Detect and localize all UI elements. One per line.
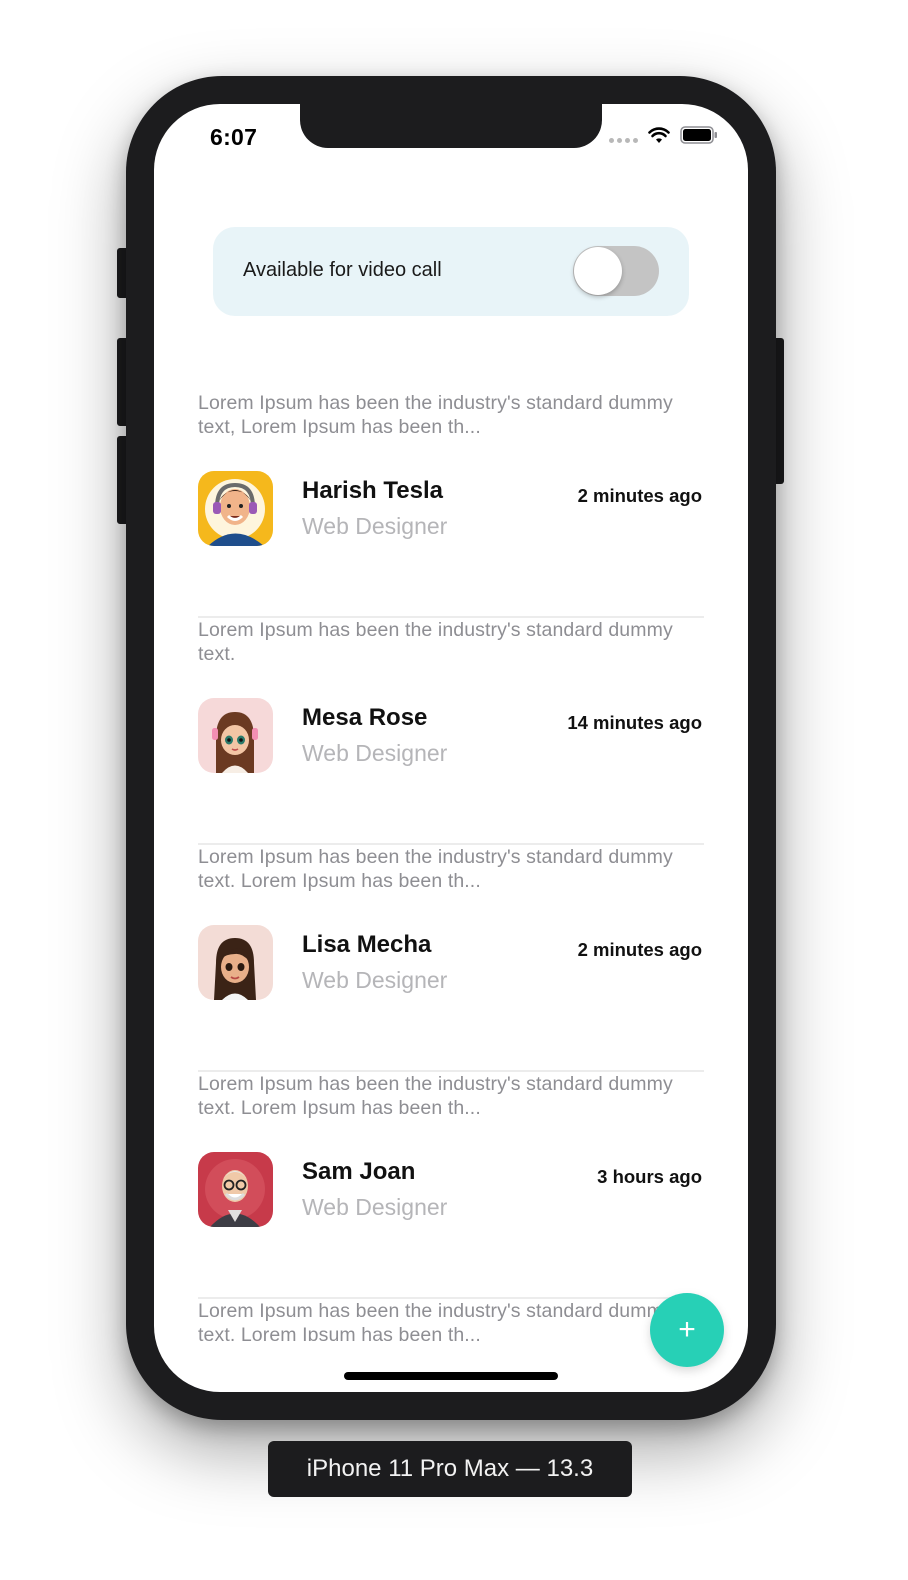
home-indicator[interactable]	[344, 1372, 558, 1380]
message-preview: Lorem Ipsum has been the industry's stan…	[198, 1073, 673, 1119]
simulator-device-label: iPhone 11 Pro Max — 13.3	[268, 1441, 632, 1497]
notch	[300, 104, 602, 148]
avatar-girl-icon	[198, 925, 273, 1000]
contact-role: Web Designer	[302, 740, 448, 766]
device-screen: 6:07 Available for video call Lorem Ipsu…	[154, 104, 748, 1392]
video-call-toggle[interactable]	[573, 246, 659, 296]
signal-dots-icon	[609, 137, 638, 143]
wifi-icon	[648, 126, 670, 143]
timestamp: 14 minutes ago	[567, 712, 702, 733]
add-button[interactable]: +	[650, 1293, 724, 1367]
video-call-availability-card: Available for video call	[213, 227, 689, 316]
feed-item[interactable]: Lorem Ipsum has been the industry's stan…	[198, 618, 704, 845]
contact-name: Sam Joan	[302, 1158, 416, 1185]
activity-feed: Lorem Ipsum has been the industry's stan…	[198, 391, 704, 1341]
feed-item[interactable]: Lorem Ipsum has been the industry's stan…	[198, 845, 704, 1072]
avatar-man-glasses-icon	[198, 1152, 273, 1227]
timestamp: 3 hours ago	[597, 1166, 702, 1187]
message-preview: Lorem Ipsum has been the industry's stan…	[198, 392, 673, 438]
video-call-label: Available for video call	[243, 259, 442, 281]
feed-item[interactable]: Lorem Ipsum has been the industry's stan…	[198, 1072, 704, 1299]
contact-name: Mesa Rose	[302, 704, 428, 731]
timestamp: 2 minutes ago	[577, 939, 702, 960]
contact-role: Web Designer	[302, 967, 448, 993]
message-preview: Lorem Ipsum has been the industry's stan…	[198, 846, 673, 892]
battery-icon	[680, 126, 717, 144]
message-preview: Lorem Ipsum has been the industry's stan…	[198, 1300, 673, 1341]
contact-name: Harish Tesla	[302, 477, 443, 504]
toggle-knob	[574, 247, 622, 295]
contact-name: Lisa Mecha	[302, 931, 432, 958]
status-time: 6:07	[210, 124, 258, 150]
device-frame: 6:07 Available for video call Lorem Ipsu…	[126, 76, 776, 1420]
contact-role: Web Designer	[302, 513, 448, 539]
avatar-girl-headphones-icon	[198, 698, 273, 773]
status-icons	[609, 126, 718, 144]
feed-item[interactable]: Lorem Ipsum has been the industry's stan…	[198, 1299, 704, 1341]
message-preview: Lorem Ipsum has been the industry's stan…	[198, 619, 673, 665]
feed-item[interactable]: Lorem Ipsum has been the industry's stan…	[198, 391, 704, 618]
avatar-man-headphones-icon	[198, 471, 273, 546]
contact-role: Web Designer	[302, 1194, 448, 1220]
plus-icon: +	[678, 1313, 696, 1346]
timestamp: 2 minutes ago	[577, 485, 702, 506]
